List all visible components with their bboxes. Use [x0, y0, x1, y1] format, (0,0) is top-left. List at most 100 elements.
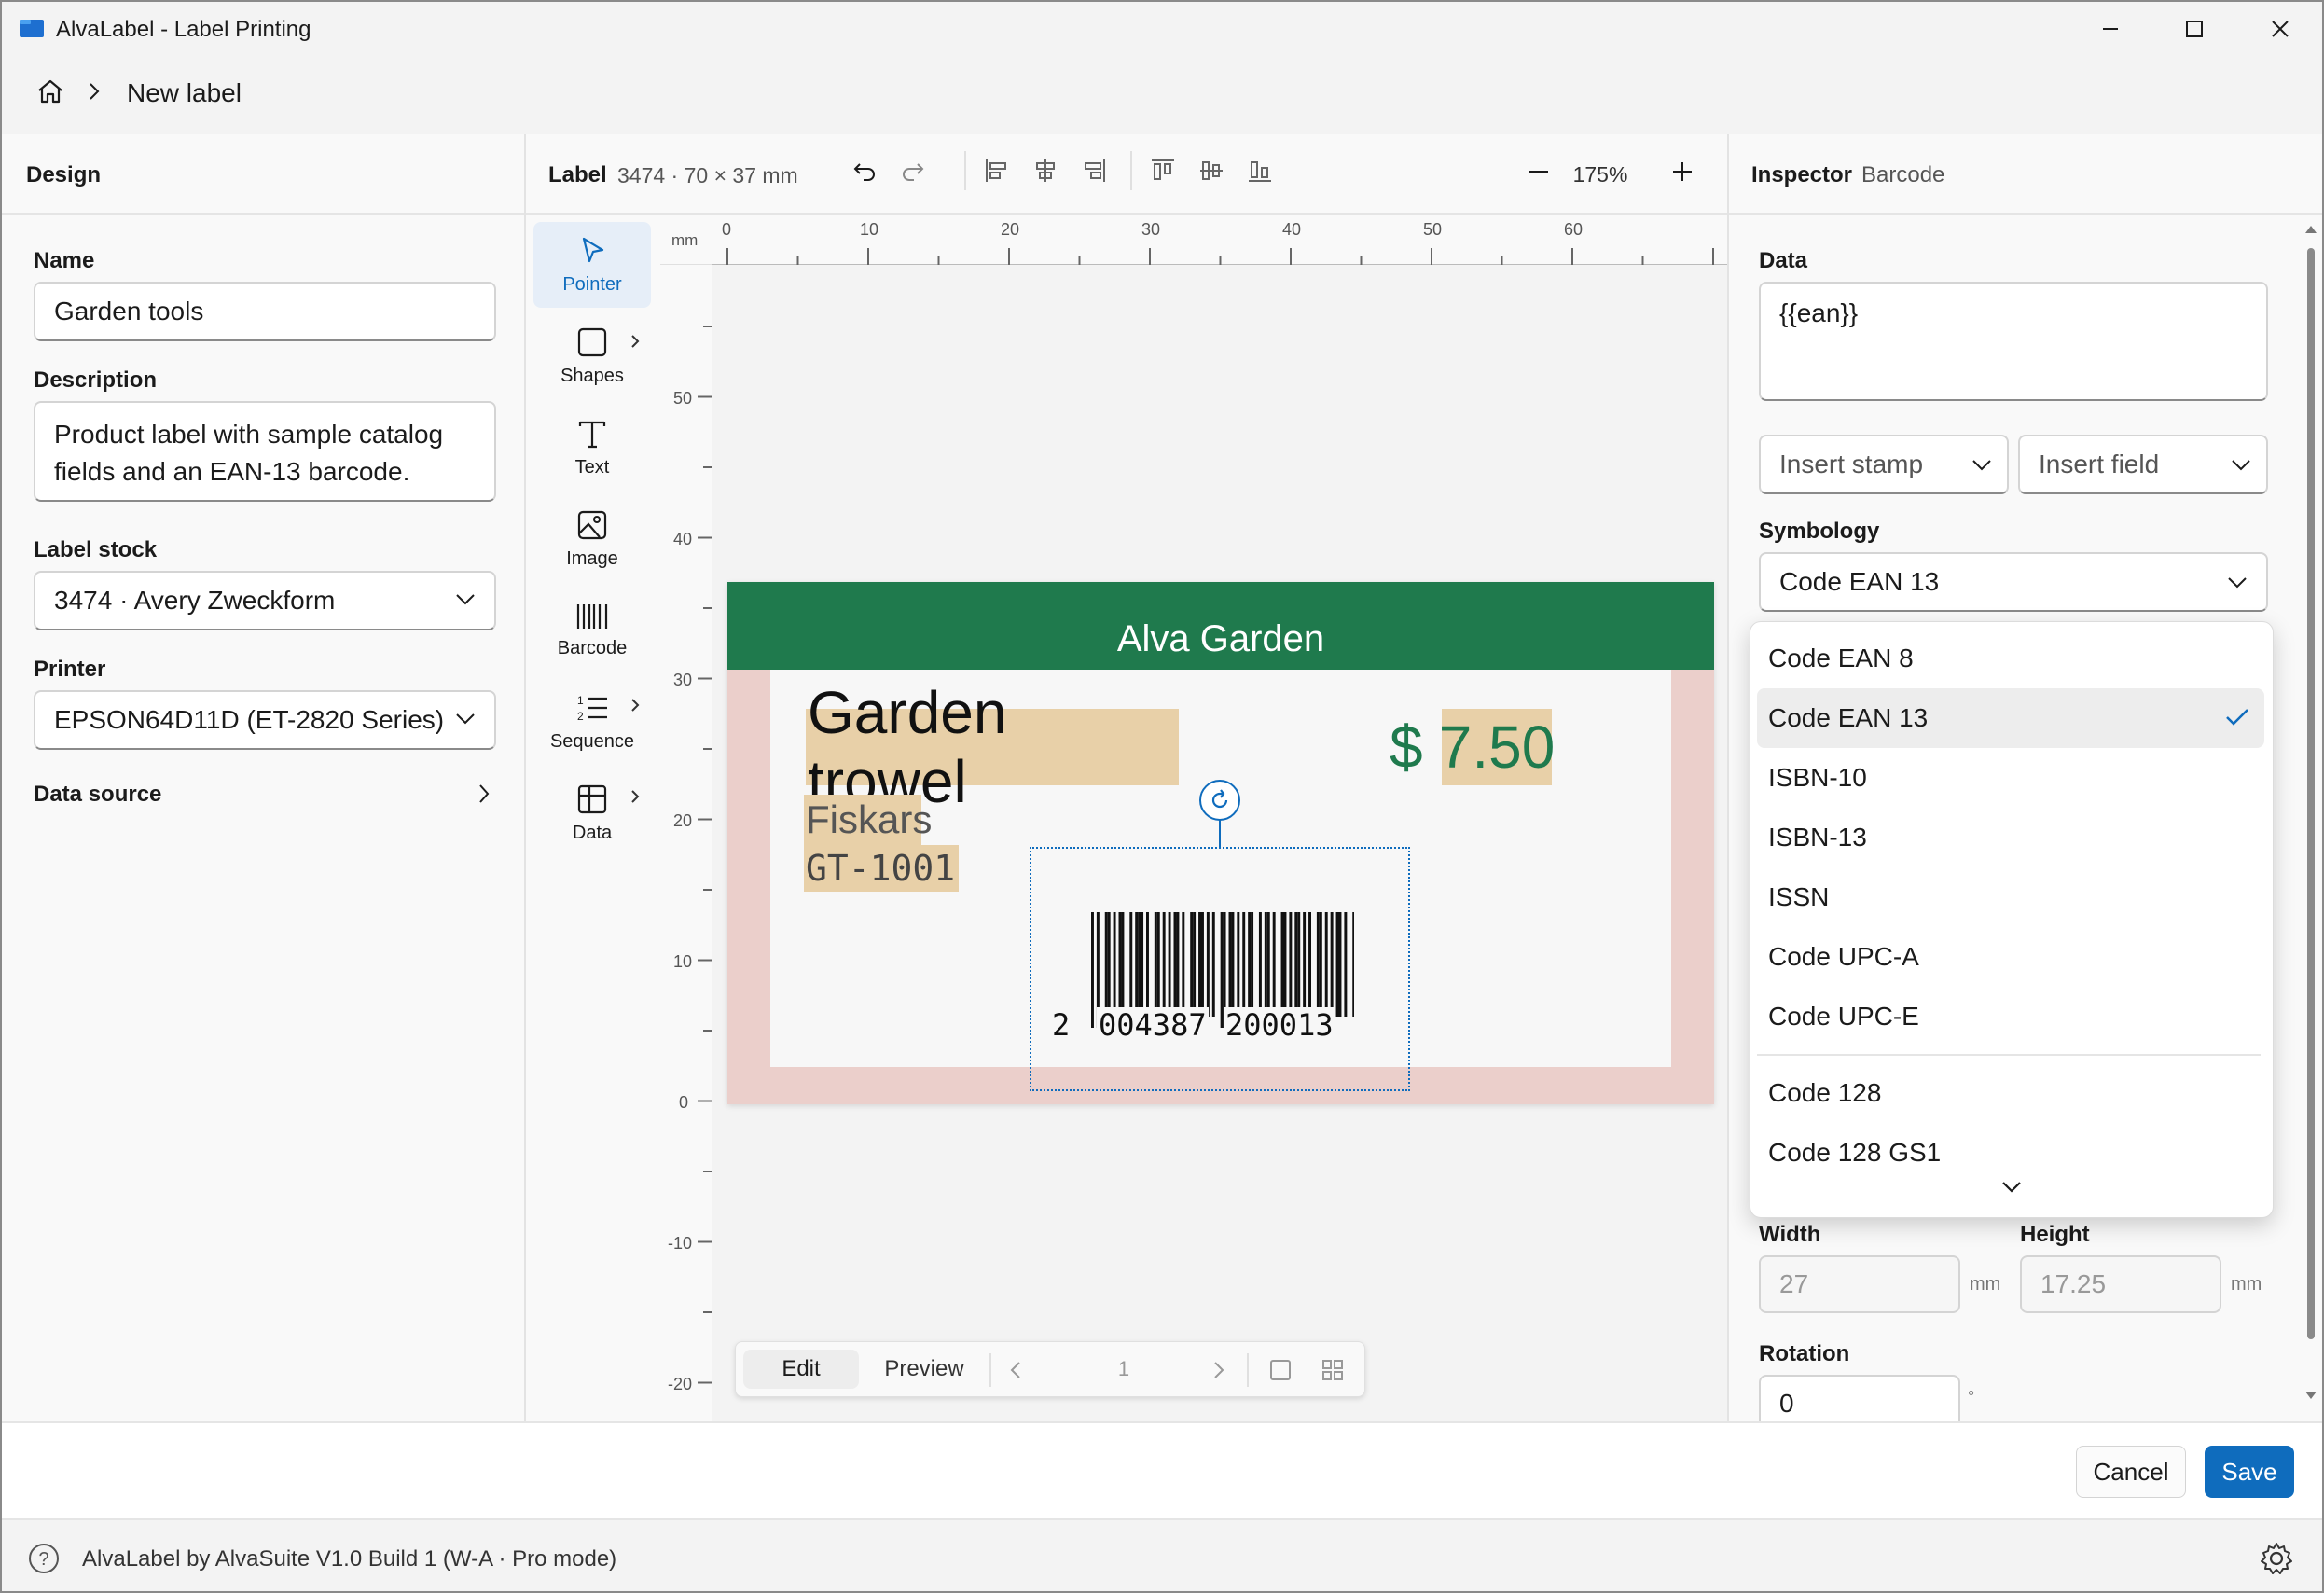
square-icon — [577, 327, 607, 356]
symbology-option[interactable]: Code UPC-A — [1757, 927, 2264, 987]
label-brand-text[interactable]: Fiskars — [804, 795, 932, 845]
chevron-down-icon — [2232, 460, 2250, 471]
symbology-option[interactable]: Code UPC-E — [1757, 987, 2264, 1046]
tool-shapes[interactable]: Shapes — [533, 313, 651, 399]
tool-pointer-label: Pointer — [562, 273, 622, 295]
ruler-h-label: 10 — [860, 220, 879, 239]
insert-stamp-label: Insert stamp — [1779, 450, 1924, 478]
label-stock-value: 3474 · Avery Zweckform — [54, 586, 336, 615]
barcode-digits-right: 200013 — [1224, 1007, 1335, 1043]
design-panel: Design Name Garden tools Description Pro… — [2, 134, 526, 1421]
width-input[interactable]: 27 — [1759, 1255, 1960, 1313]
tool-text[interactable]: Text — [533, 405, 651, 491]
gear-icon[interactable] — [2259, 1541, 2294, 1576]
ruler-h-label: 50 — [1423, 220, 1443, 239]
grid-view-icon[interactable] — [1321, 1359, 1344, 1381]
page-bar: Edit Preview 1 — [735, 1341, 1365, 1397]
data-source-row[interactable]: Data source — [21, 769, 505, 821]
rotation-unit: ° — [1968, 1388, 1975, 1406]
close-button[interactable] — [2248, 2, 2313, 56]
breadcrumb-current: New label — [127, 78, 242, 107]
printer-select[interactable]: EPSON64D11D (ET-2820 Series) — [34, 690, 496, 750]
symbology-option[interactable]: Code EAN 8 — [1757, 629, 2264, 688]
preview-tab[interactable]: Preview — [866, 1350, 982, 1389]
align-center-h-icon[interactable] — [1031, 157, 1059, 185]
scroll-down-icon[interactable] — [2303, 1390, 2318, 1403]
label-header-text: Alva Garden — [1116, 618, 1325, 659]
chevron-down-icon[interactable] — [2001, 1181, 2022, 1194]
chevron-right-icon[interactable] — [1213, 1361, 1224, 1379]
width-unit: mm — [1970, 1274, 2001, 1295]
data-input-value: {{ean}} — [1779, 298, 1859, 327]
save-button[interactable]: Save — [2205, 1446, 2294, 1498]
symbology-option-label: ISBN-10 — [1768, 763, 1867, 792]
align-bottom-icon[interactable] — [1246, 157, 1274, 185]
description-input[interactable]: Product label with sample catalog fields… — [34, 401, 496, 502]
tool-image[interactable]: Image — [533, 496, 651, 582]
ruler-v-label: 30 — [673, 671, 693, 689]
symbology-select[interactable]: Code EAN 13 — [1759, 552, 2268, 612]
align-middle-icon[interactable] — [1197, 157, 1225, 185]
maximize-button[interactable] — [2162, 2, 2227, 56]
tool-barcode[interactable]: Barcode — [533, 588, 651, 673]
name-input[interactable]: Garden tools — [34, 282, 496, 341]
minimize-icon — [2103, 28, 2118, 30]
insert-stamp-select[interactable]: Insert stamp — [1759, 435, 2009, 494]
symbology-option[interactable]: ISSN — [1757, 867, 2264, 927]
label-stock-select[interactable]: 3474 · Avery Zweckform — [34, 571, 496, 630]
chevron-right-icon — [631, 790, 640, 803]
app-icon — [19, 17, 45, 39]
edit-tab[interactable]: Edit — [743, 1350, 859, 1389]
symbology-option-selected[interactable]: Code EAN 13 — [1757, 688, 2264, 748]
symbology-option[interactable]: ISBN-13 — [1757, 808, 2264, 867]
data-input[interactable]: {{ean}} — [1759, 282, 2268, 401]
cancel-button[interactable]: Cancel — [2076, 1446, 2186, 1498]
label-header[interactable]: Alva Garden — [727, 582, 1714, 670]
symbology-option[interactable]: ISBN-10 — [1757, 748, 2264, 808]
chevron-left-icon[interactable] — [1010, 1361, 1021, 1379]
status-text: AlvaLabel by AlvaSuite V1.0 Build 1 (W-A… — [82, 1546, 617, 1572]
label-price-text[interactable]: 7.50 — [1439, 709, 1555, 785]
chevron-right-icon — [479, 784, 490, 803]
undo-icon[interactable] — [851, 157, 878, 185]
tool-pointer[interactable]: Pointer — [533, 222, 651, 308]
tool-sequence[interactable]: 12 Sequence — [533, 679, 651, 765]
zoom-out-icon[interactable] — [1528, 160, 1550, 183]
rotate-handle[interactable] — [1199, 780, 1240, 821]
status-bar: ? AlvaLabel by AlvaSuite V1.0 Build 1 (W… — [2, 1518, 2322, 1591]
numbered-list-icon: 12 — [577, 694, 607, 723]
tool-sequence-label: Sequence — [549, 730, 635, 752]
symbology-option-label: Code 128 GS1 — [1768, 1138, 1942, 1167]
align-right-icon[interactable] — [1080, 157, 1108, 185]
symbology-option-label: Code 128 — [1768, 1078, 1882, 1107]
scroll-up-icon[interactable] — [2303, 222, 2318, 235]
zoom-level: 175% — [1572, 162, 1628, 187]
align-top-icon[interactable] — [1149, 157, 1177, 185]
data-source-label: Data source — [34, 782, 162, 807]
inspector-scrollbar[interactable] — [2302, 220, 2320, 1414]
rotate-icon — [1211, 789, 1228, 809]
single-page-icon[interactable] — [1269, 1359, 1292, 1381]
footer-bar: Cancel Save — [2, 1421, 2322, 1518]
redo-icon[interactable] — [899, 157, 927, 185]
symbology-option[interactable]: Code 128 — [1757, 1063, 2264, 1123]
image-icon — [577, 510, 607, 539]
insert-field-select[interactable]: Insert field — [2018, 435, 2268, 494]
description-text: Product label with sample catalog fields… — [54, 420, 444, 486]
minimize-button[interactable] — [2078, 2, 2143, 56]
app-window: AlvaLabel - Label Printing New label Des… — [0, 0, 2324, 1593]
inspector-title: Inspector — [1751, 162, 1853, 187]
height-input[interactable]: 17.25 — [2020, 1255, 2221, 1313]
help-icon[interactable]: ? — [28, 1543, 60, 1574]
zoom-in-icon[interactable] — [1671, 160, 1694, 183]
align-left-icon[interactable] — [983, 157, 1011, 185]
chevron-down-icon — [456, 713, 475, 725]
label-sku-text[interactable]: GT-1001 — [804, 845, 959, 892]
symbology-option[interactable]: Code 128 GS1 — [1757, 1123, 2264, 1183]
symbology-option-label: ISSN — [1768, 882, 1830, 911]
label-product-text[interactable]: Garden trowel — [806, 679, 1179, 815]
tool-data[interactable]: Data — [533, 770, 651, 856]
scrollbar-thumb[interactable] — [2307, 248, 2315, 1339]
home-icon[interactable] — [35, 76, 65, 106]
design-header: Design — [26, 162, 102, 187]
